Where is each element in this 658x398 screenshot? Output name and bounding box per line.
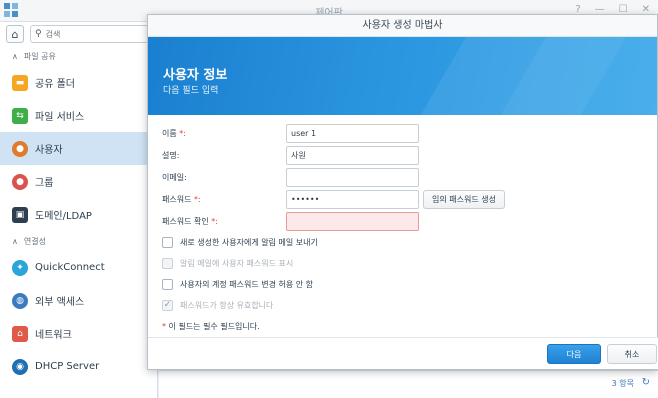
sidebar: ⌂ ⚲ ∧ 파일 공유 ▬ 공유 폴더 ⇆ 파일 서비스 ● 사용자 ● 그룹 … xyxy=(0,22,158,398)
sidebar-item-dhcp-server[interactable]: ◉ DHCP Server xyxy=(0,350,157,383)
sidebar-item-external-access[interactable]: ◍ 외부 액세스 xyxy=(0,284,157,317)
section-header-connectivity[interactable]: ∧ 연결성 xyxy=(0,231,157,251)
sidebar-item-label: 외부 액세스 xyxy=(35,297,85,308)
sidebar-item-shared-folder[interactable]: ▬ 공유 폴더 xyxy=(0,66,157,99)
home-button[interactable]: ⌂ xyxy=(6,25,24,43)
option-label: 사용자의 계정 패스워드 변경 허용 안 함 xyxy=(180,279,314,289)
section-header-label: 연결성 xyxy=(23,236,46,246)
create-user-wizard: 사용자 생성 마법사 사용자 정보 다음 필드 입력 이름 *: 설명: 이메일… xyxy=(147,14,658,370)
wizard-subheading: 다음 필드 입력 xyxy=(163,86,219,96)
email-row: 이메일: xyxy=(162,167,419,187)
shared-folder-icon: ▬ xyxy=(12,74,28,91)
option-label: 패스워드가 항상 유효합니다 xyxy=(180,300,274,310)
checkmark-icon: ✓ xyxy=(163,300,172,310)
option-password-always-valid: ✓ 패스워드가 항상 유효합니다 xyxy=(162,296,273,314)
control-panel-footer: 3 항목 ↻ xyxy=(159,370,658,398)
sidebar-item-network[interactable]: ⌂ 네트워크 xyxy=(0,317,157,350)
option-show-password-in-mail: 알림 메일에 사용자 패스워드 표시 xyxy=(162,254,293,272)
network-icon: ⌂ xyxy=(12,325,28,342)
domain-ldap-icon: ▣ xyxy=(12,206,28,223)
password-row: 패스워드 *: 임의 패스워드 생성 xyxy=(162,189,505,209)
section-header-file-sharing[interactable]: ∧ 파일 공유 xyxy=(0,46,157,66)
sidebar-item-label: DHCP Server xyxy=(35,361,100,372)
password-label: 패스워드 *: xyxy=(162,194,201,204)
wizard-title: 사용자 생성 마법사 xyxy=(148,15,657,37)
search-box[interactable]: ⚲ xyxy=(30,25,150,43)
sidebar-item-label: 그룹 xyxy=(35,178,54,189)
option-send-notification[interactable]: 새로 생성한 사용자에게 알림 메일 보내기 xyxy=(162,233,318,251)
cancel-button[interactable]: 취소 xyxy=(607,344,657,364)
confirm-password-label: 패스워드 확인 *: xyxy=(162,216,218,226)
sidebar-item-group[interactable]: ● 그룹 xyxy=(0,165,157,198)
checkbox[interactable] xyxy=(162,278,173,290)
confirm-password-row: 패스워드 확인 *: xyxy=(162,211,419,231)
name-label: 이름 *: xyxy=(162,128,186,138)
section-header-label: 파일 공유 xyxy=(23,51,56,61)
option-label: 새로 생성한 사용자에게 알림 메일 보내기 xyxy=(180,237,318,247)
sidebar-item-domain-ldap[interactable]: ▣ 도메인/LDAP xyxy=(0,198,157,231)
sidebar-item-quickconnect[interactable]: ✦ QuickConnect xyxy=(0,251,157,284)
description-row: 설명: xyxy=(162,145,419,165)
email-field[interactable] xyxy=(286,167,419,187)
search-icon: ⚲ xyxy=(35,29,42,39)
sidebar-item-file-services[interactable]: ⇆ 파일 서비스 xyxy=(0,99,157,132)
description-field[interactable] xyxy=(286,145,419,165)
chevron-up-icon: ∧ xyxy=(12,51,18,61)
quickconnect-icon: ✦ xyxy=(12,259,28,276)
sidebar-item-label: QuickConnect xyxy=(35,262,105,273)
checkbox-checked: ✓ xyxy=(162,299,173,311)
password-field[interactable] xyxy=(286,189,419,209)
name-row: 이름 *: xyxy=(162,123,419,143)
confirm-password-field[interactable] xyxy=(286,211,419,231)
sidebar-item-label: 도메인/LDAP xyxy=(35,211,92,222)
checkbox xyxy=(162,257,173,269)
search-input[interactable] xyxy=(45,29,142,39)
sidebar-item-label: 파일 서비스 xyxy=(35,112,85,123)
option-disallow-password-change[interactable]: 사용자의 계정 패스워드 변경 허용 안 함 xyxy=(162,275,313,293)
refresh-icon[interactable]: ↻ xyxy=(642,377,650,388)
description-label: 설명: xyxy=(162,150,180,160)
wizard-banner: 사용자 정보 다음 필드 입력 xyxy=(148,37,657,115)
sidebar-item-label: 네트워크 xyxy=(35,330,72,341)
group-icon: ● xyxy=(12,173,28,190)
checkbox[interactable] xyxy=(162,236,173,248)
external-access-icon: ◍ xyxy=(12,292,28,309)
wizard-heading: 사용자 정보 xyxy=(163,68,228,83)
required-fields-note: * 이 필드는 필수 필드입니다. xyxy=(162,322,260,331)
wizard-footer: 다음 취소 xyxy=(148,337,658,369)
next-button[interactable]: 다음 xyxy=(547,344,601,364)
chevron-up-icon: ∧ xyxy=(12,236,18,246)
item-count: 3 항목 xyxy=(611,379,634,388)
sidebar-item-label: 공유 폴더 xyxy=(35,79,75,90)
generate-password-button[interactable]: 임의 패스워드 생성 xyxy=(423,189,505,209)
sidebar-toolbar: ⌂ ⚲ xyxy=(0,22,157,46)
file-services-icon: ⇆ xyxy=(12,107,28,124)
home-icon: ⌂ xyxy=(11,27,19,41)
name-field[interactable] xyxy=(286,123,419,143)
user-icon: ● xyxy=(12,140,28,157)
email-label: 이메일: xyxy=(162,172,187,182)
dhcp-server-icon: ◉ xyxy=(12,358,28,375)
sidebar-item-label: 사용자 xyxy=(35,145,63,156)
option-label: 알림 메일에 사용자 패스워드 표시 xyxy=(180,258,294,268)
sidebar-item-user[interactable]: ● 사용자 xyxy=(0,132,157,165)
